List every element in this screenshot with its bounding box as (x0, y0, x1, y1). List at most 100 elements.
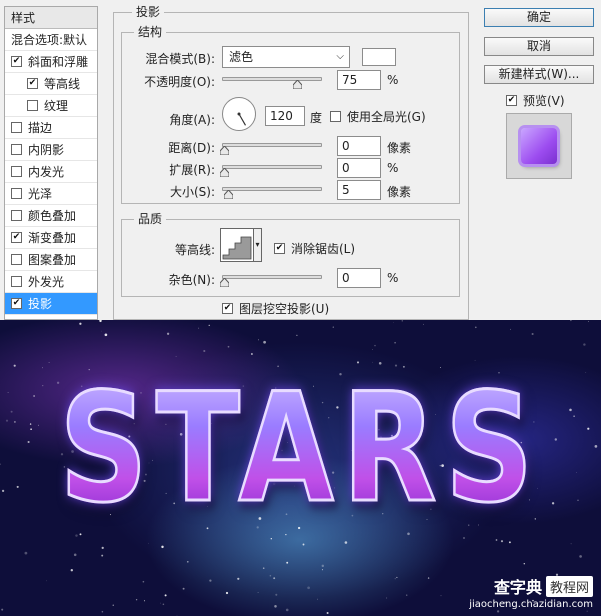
size-slider-thumb[interactable] (224, 190, 233, 199)
new-style-button[interactable]: 新建样式(W)... (484, 65, 594, 84)
preview-checkbox[interactable]: ✔ 预览(V) (506, 92, 565, 109)
antialias-checkbox[interactable]: ✔ 消除锯齿(L) (274, 240, 355, 257)
star-dot (42, 385, 44, 387)
checkbox-icon[interactable] (11, 276, 22, 287)
star-dot (227, 345, 230, 348)
star-dot (70, 569, 73, 572)
checkbox-icon[interactable] (11, 166, 22, 177)
star-dot (508, 541, 511, 544)
cancel-button[interactable]: 取消 (484, 37, 594, 56)
styles-header[interactable]: 样式 (5, 7, 97, 29)
star-dot (326, 612, 329, 614)
style-item[interactable]: ✔ 投影 (5, 293, 97, 315)
knockout-check-icon: ✔ (222, 303, 233, 314)
checkbox-icon[interactable]: ✔ (11, 232, 22, 243)
style-item[interactable]: 内阴影 (5, 139, 97, 161)
style-item[interactable]: ✔ 渐变叠加 (5, 227, 97, 249)
style-item[interactable]: 内发光 (5, 161, 97, 183)
knockout-checkbox[interactable]: ✔ 图层挖空投影(U) (222, 300, 329, 317)
star-dot (42, 367, 43, 369)
star-dot (175, 356, 177, 358)
star-dot (386, 597, 388, 599)
star-dot (135, 599, 138, 601)
watermark-box: 教程网 (545, 575, 593, 597)
star-dot (394, 578, 396, 580)
noise-input[interactable]: 0 (337, 268, 381, 288)
star-dot (586, 610, 588, 612)
distance-label: 距离(D): (168, 141, 215, 155)
contour-curve-icon (222, 236, 252, 260)
star-dot (263, 340, 266, 344)
angle-input[interactable]: 120 (265, 106, 305, 126)
star-dot (161, 545, 164, 549)
spread-slider-thumb[interactable] (220, 168, 229, 177)
antialias-check-icon: ✔ (274, 243, 285, 254)
checkbox-icon[interactable]: ✔ (11, 298, 22, 309)
size-slider-track[interactable] (222, 187, 322, 191)
opacity-input[interactable]: 75 (337, 70, 381, 90)
checkbox-icon[interactable] (11, 188, 22, 199)
star-dot (569, 408, 572, 412)
checkbox-icon[interactable] (11, 122, 22, 133)
star-dot (401, 320, 403, 322)
distance-input[interactable]: 0 (337, 136, 381, 156)
checkbox-icon[interactable] (11, 254, 22, 265)
style-item[interactable]: 光泽 (5, 183, 97, 205)
style-item[interactable]: 描边 (5, 117, 97, 139)
star-dot (257, 339, 259, 341)
blend-options-item[interactable]: 混合选项:默认 (5, 29, 97, 51)
ok-button[interactable]: 确定 (484, 8, 594, 27)
checkbox-icon[interactable]: ✔ (11, 56, 22, 67)
blend-mode-label: 混合模式(B): (145, 52, 215, 66)
star-dot (73, 553, 77, 557)
star-dot (237, 577, 240, 580)
star-dot (99, 320, 102, 323)
star-dot (577, 499, 579, 501)
style-item[interactable]: 外发光 (5, 271, 97, 293)
style-item[interactable]: 颜色叠加 (5, 205, 97, 227)
blend-mode-select[interactable]: 滤色 ⌵ (222, 46, 350, 68)
size-input[interactable]: 5 (337, 180, 381, 200)
checkbox-icon[interactable]: ✔ (27, 78, 38, 89)
contour-picker[interactable]: ▾ (220, 228, 262, 262)
star-dot (1, 489, 5, 493)
star-dot (27, 440, 30, 444)
checkbox-icon[interactable] (11, 144, 22, 155)
style-item-label: 图案叠加 (28, 252, 77, 267)
star-dot (30, 428, 32, 431)
style-item[interactable]: 纹理 (5, 95, 97, 117)
star-dot (286, 561, 289, 564)
angle-dial[interactable] (222, 97, 256, 131)
spread-slider-track[interactable] (222, 165, 322, 169)
chevron-down-icon: ⌵ (336, 51, 344, 62)
star-dot (427, 577, 430, 579)
style-item[interactable]: 图案叠加 (5, 249, 97, 271)
star-dot (13, 364, 16, 367)
style-item[interactable]: ✔ 斜面和浮雕 (5, 51, 97, 73)
distance-unit: 像素 (387, 141, 412, 155)
drop-shadow-title: 投影 (132, 5, 165, 19)
opacity-slider-track[interactable] (222, 77, 322, 81)
watermark-url: jiaocheng.chazidian.com (469, 599, 593, 610)
distance-slider-track[interactable] (222, 143, 322, 147)
style-item[interactable]: ✔ 等高线 (5, 73, 97, 95)
global-light-label: 使用全局光(G) (347, 110, 426, 124)
spread-input[interactable]: 0 (337, 158, 381, 178)
star-dot (317, 598, 318, 600)
opacity-slider-thumb[interactable] (293, 80, 302, 89)
checkbox-icon[interactable] (11, 210, 22, 221)
star-dot (374, 344, 376, 347)
styles-list: 样式 混合选项:默认 ✔ 斜面和浮雕 ✔ 等高线 纹理 描边 内阴影 内发光 光泽 颜色叠加 ✔ 渐变… (4, 6, 98, 320)
shadow-color-swatch[interactable] (362, 48, 396, 66)
noise-slider-track[interactable] (222, 275, 322, 279)
global-light-checkbox[interactable]: 使用全局光(G) (330, 108, 426, 125)
contour-dropdown-icon[interactable]: ▾ (253, 228, 262, 262)
star-dot (587, 427, 590, 430)
checkbox-icon[interactable] (27, 100, 38, 111)
star-dot (29, 423, 32, 425)
angle-unit: 度 (310, 111, 323, 125)
noise-slider-thumb[interactable] (220, 278, 229, 287)
star-dot (1, 608, 4, 611)
distance-slider-thumb[interactable] (220, 146, 229, 155)
knockout-label: 图层挖空投影(U) (239, 302, 330, 316)
